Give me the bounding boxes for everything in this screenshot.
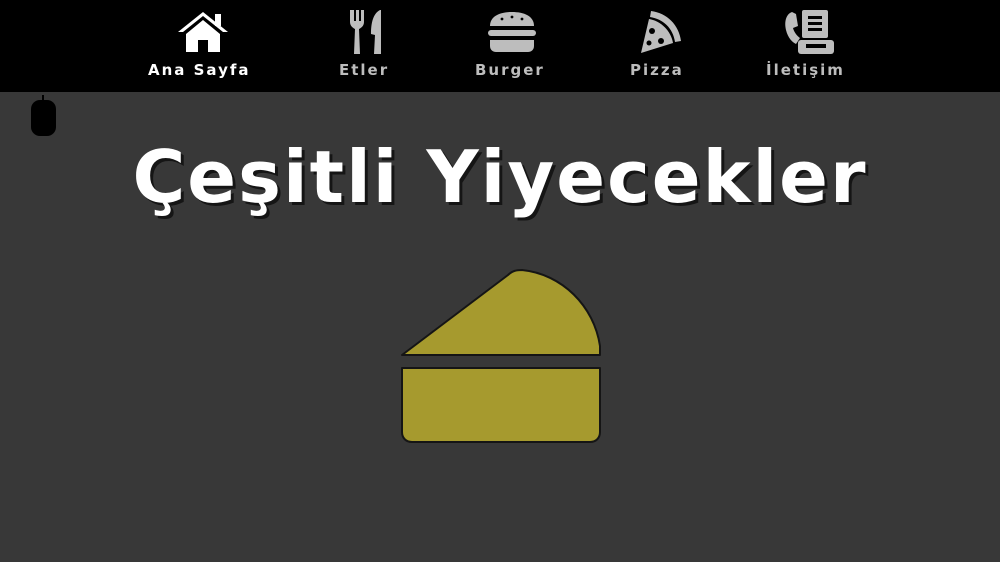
mouse-icon <box>30 95 57 137</box>
nav-item-pizza[interactable]: Pizza <box>624 0 690 92</box>
nav-label-ana-sayfa: Ana Sayfa <box>148 61 251 79</box>
burger-icon <box>484 8 540 56</box>
nav-item-iletisim[interactable]: İletişim <box>764 0 856 92</box>
nav-label-iletisim: İletişim <box>766 61 845 79</box>
page-title: Çeşitli Yiyecekler <box>132 135 868 219</box>
home-icon <box>175 8 231 56</box>
nav-label-etler: Etler <box>339 61 390 79</box>
nav-item-burger[interactable]: Burger <box>470 0 554 92</box>
page: Ana Sayfa Etler Burger Pizza İletişim Çe… <box>0 0 1000 562</box>
nav-label-burger: Burger <box>475 61 545 79</box>
nav-label-pizza: Pizza <box>630 61 684 79</box>
nav-item-ana-sayfa[interactable]: Ana Sayfa <box>143 0 263 92</box>
pizza-slice-icon <box>630 8 686 56</box>
phone-fax-icon <box>782 8 838 56</box>
cheese-icon <box>398 266 604 448</box>
fork-knife-icon <box>338 8 394 56</box>
nav-item-etler[interactable]: Etler <box>330 0 402 92</box>
top-navbar: Ana Sayfa Etler Burger Pizza İletişim <box>0 0 1000 92</box>
